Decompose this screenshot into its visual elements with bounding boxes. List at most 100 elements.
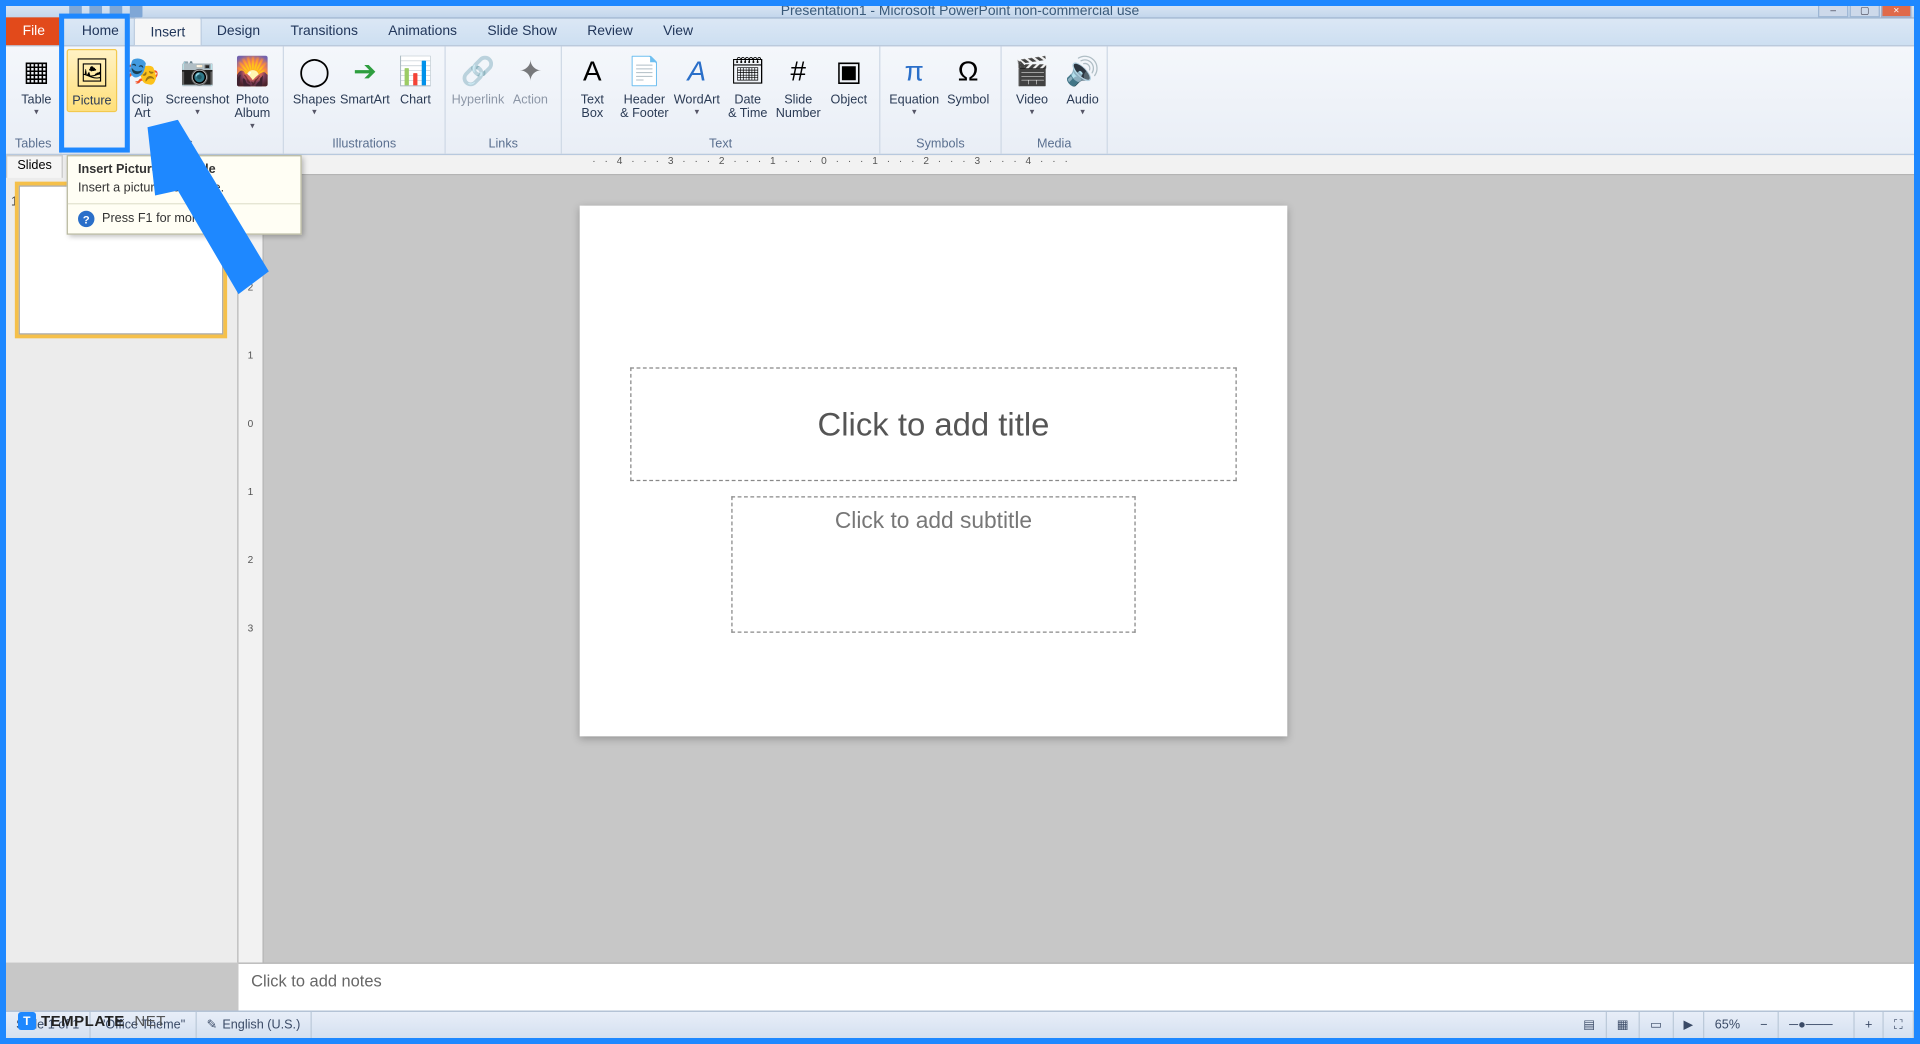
tab-view[interactable]: View [648,17,708,45]
headerfooter-label: Header & Footer [620,93,668,121]
headerfooter-icon: 📄 [624,51,664,91]
action-icon: ✦ [510,51,550,91]
chevron-down-icon: ▾ [34,107,38,117]
group-symbols-label: Symbols [880,137,1000,153]
group-tables-label: Tables [6,137,60,153]
spellcheck-icon: ✎ [207,1018,218,1032]
datetime-button[interactable]: 🗓 Date & Time [722,49,773,124]
chevron-down-icon: ▾ [250,121,254,131]
zoom-level[interactable]: 65% [1705,1012,1751,1038]
tooltip-body: Insert a picture from a file. [68,179,301,204]
fit-button[interactable]: ⛶ [1884,1012,1914,1038]
slidenumber-button[interactable]: # Slide Number [773,49,824,124]
symbol-button[interactable]: Ω Symbol [943,49,994,110]
symbol-label: Symbol [947,93,989,107]
status-language[interactable]: ✎English (U.S.) [197,1012,312,1038]
chevron-down-icon: ▾ [1080,107,1084,117]
picture-tooltip: Insert Picture from File Insert a pictur… [67,155,302,235]
slides-panel: Slides 1 [6,155,239,962]
tab-transitions[interactable]: Transitions [275,17,373,45]
maximize-button[interactable]: ▢ [1850,6,1880,17]
video-icon: 🎬 [1012,51,1052,91]
headerfooter-button[interactable]: 📄 Header & Footer [618,49,672,124]
picture-icon: 🖼 [72,53,112,93]
chevron-down-icon: ▾ [312,107,316,117]
chart-button[interactable]: 📊 Chart [390,49,441,110]
vertical-ruler: 3210123 [239,175,264,962]
slides-tab[interactable]: Slides [6,155,63,178]
smartart-button[interactable]: ➔ SmartArt [340,49,391,110]
chevron-down-icon: ▾ [695,107,699,117]
chart-icon: 📊 [395,51,435,91]
object-label: Object [831,93,868,107]
object-button[interactable]: ▣ Object [824,49,875,110]
horizontal-ruler: ··4···3···2···1···0···1···2···3···4··· [264,155,1914,175]
equation-button[interactable]: π Equation ▾ [885,49,942,120]
ribbon: ▦ Table ▾ Tables 🖼 Picture 🎭 Clip Art 📷 [6,46,1914,155]
clipart-icon: 🎭 [122,51,162,91]
chevron-down-icon: ▾ [1030,107,1034,117]
video-label: Video [1016,93,1048,107]
hyperlink-button[interactable]: 🔗 Hyperlink [451,49,505,110]
notes-pane[interactable]: Click to add notes [239,963,1914,1011]
chevron-down-icon: ▾ [912,107,916,117]
screenshot-label: Screenshot [165,93,229,107]
tooltip-help: ? Press F1 for more help. [68,204,301,233]
quick-access-toolbar[interactable] [69,6,142,17]
tab-slideshow[interactable]: Slide Show [472,17,572,45]
video-button[interactable]: 🎬 Video ▾ [1007,49,1058,120]
tab-design[interactable]: Design [202,17,276,45]
title-placeholder[interactable]: Click to add title [630,367,1237,481]
view-normal-button[interactable]: ▤ [1573,1012,1606,1038]
subtitle-placeholder[interactable]: Click to add subtitle [731,496,1135,632]
zoom-slider[interactable]: ─●─── [1779,1012,1855,1038]
shapes-label: Shapes [293,93,336,107]
hyperlink-icon: 🔗 [458,51,498,91]
audio-button[interactable]: 🔊 Audio ▾ [1057,49,1108,120]
tab-animations[interactable]: Animations [373,17,472,45]
table-button[interactable]: ▦ Table ▾ [11,49,62,120]
wordart-icon: A [677,51,717,91]
photoalbum-button[interactable]: 🌄 Photo Album ▾ [227,49,278,134]
watermark-suffix: .NET [130,1013,166,1030]
tooltip-help-text: Press F1 for more help. [102,212,234,226]
wordart-button[interactable]: A WordArt ▾ [671,49,722,120]
view-slideshow-button[interactable]: ▶ [1673,1012,1704,1038]
datetime-label: Date & Time [728,93,767,121]
screenshot-icon: 📷 [177,51,217,91]
slide-thumb-number: 1 [11,196,18,210]
picture-button[interactable]: 🖼 Picture [67,49,118,112]
tab-home[interactable]: Home [67,17,134,45]
screenshot-button[interactable]: 📷 Screenshot ▾ [168,49,227,120]
table-icon: ▦ [16,51,56,91]
tab-insert[interactable]: Insert [134,17,202,45]
clipart-button[interactable]: 🎭 Clip Art [117,49,168,124]
zoom-out-button[interactable]: − [1750,1012,1779,1038]
view-reading-button[interactable]: ▭ [1640,1012,1673,1038]
smartart-icon: ➔ [345,51,385,91]
textbox-button[interactable]: A Text Box [567,49,618,124]
view-sorter-button[interactable]: ▦ [1607,1012,1640,1038]
action-label: Action [513,93,548,107]
clipart-label: Clip Art [132,93,154,121]
chevron-down-icon: ▾ [195,107,199,117]
shapes-button[interactable]: ◯ Shapes ▾ [289,49,340,120]
slidenumber-label: Slide Number [776,93,821,121]
close-button[interactable]: × [1881,6,1911,17]
chart-label: Chart [400,93,431,107]
photoalbum-icon: 🌄 [232,51,272,91]
group-media-label: Media [1002,137,1107,153]
watermark: T TEMPLATE.NET [18,1012,166,1030]
table-label: Table [21,93,51,107]
slide-canvas[interactable]: Click to add title Click to add subtitle [580,206,1288,737]
tab-file[interactable]: File [6,17,62,45]
window-title: Presentation1 - Microsoft PowerPoint non… [781,6,1139,19]
tooltip-title: Insert Picture from File [68,156,301,179]
minimize-button[interactable]: – [1818,6,1848,17]
action-button[interactable]: ✦ Action [505,49,556,110]
zoom-in-button[interactable]: + [1855,1012,1884,1038]
shapes-icon: ◯ [294,51,334,91]
watermark-logo-icon: T [18,1012,36,1030]
status-bar: Slide 1 of 1 "Office Theme" ✎English (U.… [6,1011,1914,1038]
tab-review[interactable]: Review [572,17,648,45]
